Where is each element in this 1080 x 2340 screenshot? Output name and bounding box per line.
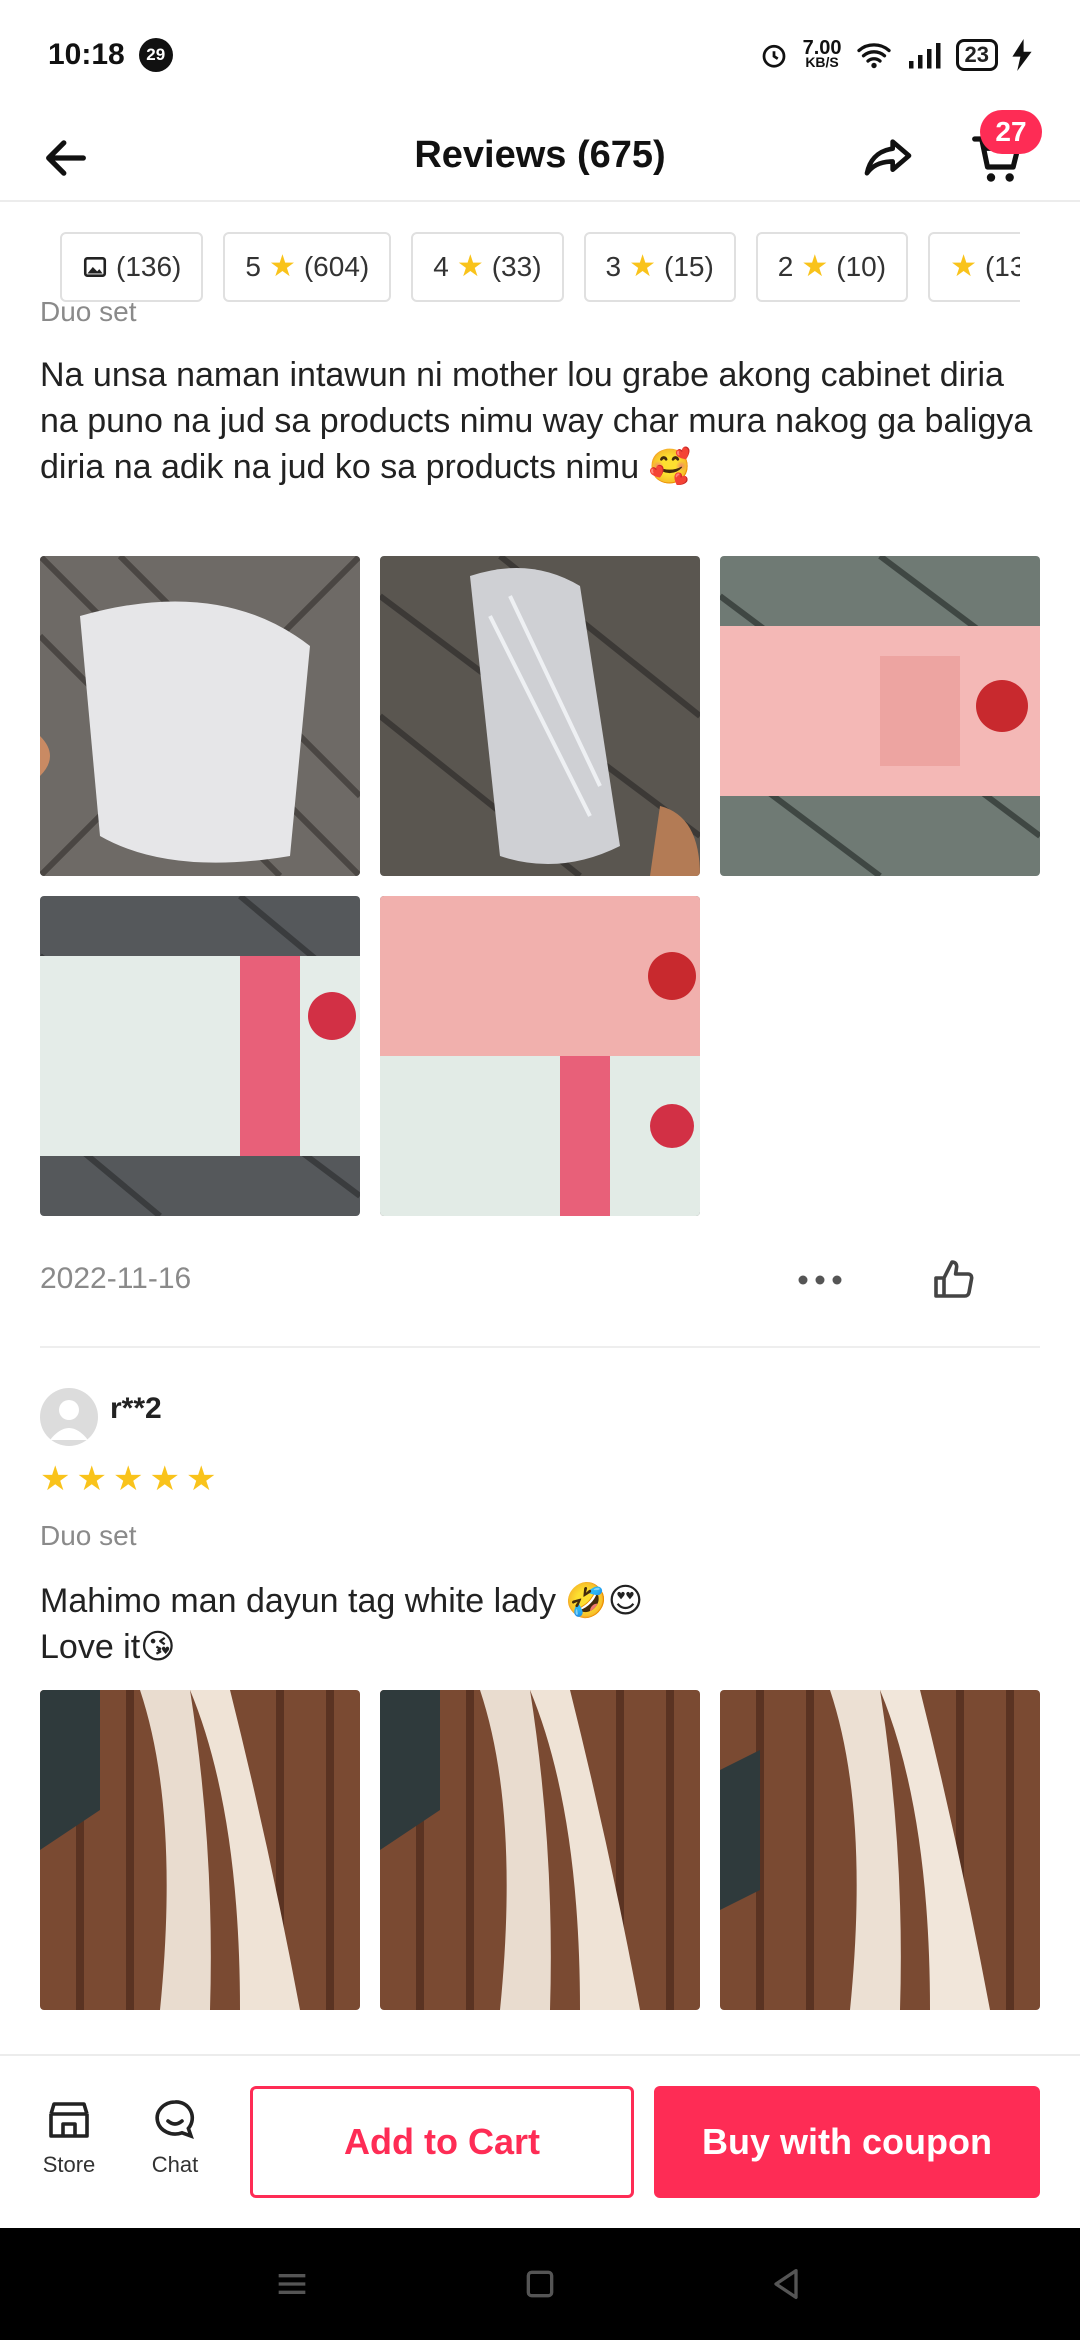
system-back-button[interactable] bbox=[758, 2256, 814, 2312]
review-photo[interactable] bbox=[380, 1690, 700, 2010]
bottom-action-bar: Store Chat Add to Cart Buy with coupon bbox=[0, 2054, 1080, 2228]
review-variant-label: Duo set bbox=[40, 1520, 137, 1551]
back-button[interactable] bbox=[38, 130, 94, 186]
filter-chip-4-star[interactable]: 4 ★ (33) bbox=[411, 232, 564, 302]
review-variant-label: Duo set bbox=[40, 296, 137, 326]
review-photo[interactable] bbox=[720, 556, 1040, 876]
notification-badge: 29 bbox=[138, 38, 173, 72]
star-icon: ★ bbox=[40, 1460, 71, 1498]
cart-count-badge: 27 bbox=[980, 110, 1042, 154]
page-title: Reviews (675) bbox=[414, 133, 666, 176]
filter-chip-photos[interactable]: (136) bbox=[60, 232, 204, 302]
filter-chip-1-star[interactable]: ★ (13 bbox=[928, 232, 1020, 302]
review-text-line: Mahimo man dayun tag white lady 🤣😍 bbox=[40, 1582, 644, 1620]
store-icon bbox=[49, 2102, 89, 2138]
review-photo[interactable] bbox=[40, 1690, 360, 2010]
alarm-icon bbox=[762, 44, 785, 68]
filter-chip-3-star[interactable]: 3 ★ (15) bbox=[583, 232, 736, 302]
review-divider bbox=[40, 1346, 1040, 1348]
star-icon: ★ bbox=[950, 250, 977, 283]
system-nav-bar bbox=[0, 2228, 1080, 2340]
chat-button[interactable]: Chat bbox=[130, 2096, 220, 2178]
star-icon: ★ bbox=[185, 1460, 217, 1498]
arrow-left-icon bbox=[46, 140, 86, 176]
buy-with-coupon-button[interactable]: Buy with coupon bbox=[654, 2086, 1040, 2198]
filter-chip-2-star[interactable]: 2 ★ (10) bbox=[755, 232, 909, 302]
thumbs-up-icon bbox=[934, 1260, 974, 1298]
star-icon: ★ bbox=[456, 250, 484, 283]
share-button[interactable] bbox=[858, 128, 918, 188]
avatar[interactable] bbox=[40, 1388, 98, 1446]
home-square-icon bbox=[526, 2270, 554, 2298]
wifi-icon bbox=[856, 43, 891, 69]
review-date: 2022-11-16 bbox=[40, 1262, 192, 1295]
image-icon bbox=[83, 257, 107, 277]
review-photo[interactable] bbox=[40, 556, 360, 876]
chat-icon bbox=[155, 2100, 195, 2139]
share-icon bbox=[864, 139, 912, 176]
network-speed: 7.00 KB/S bbox=[802, 37, 842, 70]
more-dots-icon bbox=[798, 1275, 842, 1285]
menu-icon bbox=[278, 2274, 306, 2294]
star-icon: ★ bbox=[149, 1460, 180, 1498]
rating-filter-bar: (136) 5 ★ (604) 4 ★ (33) 3 ★ (15) 2 ★ (1… bbox=[60, 232, 1020, 304]
store-button[interactable]: Store bbox=[24, 2096, 114, 2178]
review-text: Mahimo man dayun tag white lady 🤣😍 Love … bbox=[40, 1578, 1040, 1670]
review-photo[interactable] bbox=[720, 1690, 1040, 2010]
status-icons: 7.00 KB/S 23 bbox=[759, 37, 1032, 71]
star-icon: ★ bbox=[801, 250, 829, 283]
star-icon: ★ bbox=[112, 1460, 144, 1498]
like-button[interactable] bbox=[924, 1250, 984, 1310]
star-icon: ★ bbox=[268, 250, 296, 283]
star-icon: ★ bbox=[629, 250, 656, 283]
battery-indicator: 23 bbox=[955, 39, 998, 71]
review-text-line: Love it😘 bbox=[40, 1628, 176, 1666]
add-to-cart-button[interactable]: Add to Cart bbox=[250, 2086, 634, 2198]
filter-chip-5-star[interactable]: 5 ★ (604) bbox=[223, 232, 392, 302]
star-icon: ★ bbox=[76, 1460, 107, 1498]
status-time: 10:18 bbox=[48, 38, 125, 71]
charging-icon bbox=[1012, 39, 1032, 71]
review-photo[interactable] bbox=[380, 896, 700, 1216]
recent-apps-button[interactable] bbox=[264, 2256, 320, 2312]
status-bar: 10:18 29 7.00 KB/S 23 bbox=[0, 0, 1080, 110]
reviewer-username: r**2 bbox=[110, 1392, 162, 1425]
rating-stars: ★ ★ ★ ★ ★ bbox=[40, 1462, 216, 1496]
more-options-button[interactable] bbox=[790, 1258, 850, 1302]
home-button[interactable] bbox=[512, 2256, 568, 2312]
review-text: Na unsa naman intawun ni mother lou grab… bbox=[40, 356, 1033, 486]
top-header: Reviews (675) 27 bbox=[0, 110, 1080, 202]
review-photo[interactable] bbox=[380, 556, 700, 876]
triangle-back-icon bbox=[774, 2269, 798, 2299]
signal-icon bbox=[908, 43, 941, 69]
review-photo[interactable] bbox=[40, 896, 360, 1216]
